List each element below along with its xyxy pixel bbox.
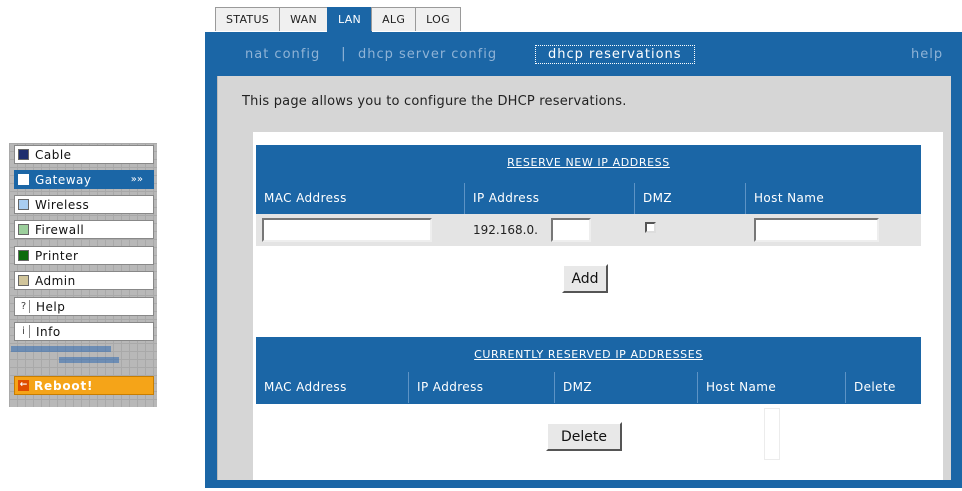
content-area: This page allows you to configure the DH… — [217, 76, 951, 480]
question-mark-icon: ? — [18, 300, 30, 313]
chevron-right-icon: »» — [130, 174, 143, 185]
wireless-swatch-icon — [18, 199, 29, 210]
left-navigation: Cable Gateway »» Wireless Firewall Print… — [9, 143, 157, 407]
nav-item-label: Wireless — [35, 197, 90, 212]
reserved-table-header: CURRENTLY RESERVED IP ADDRESSES MAC Addr… — [256, 337, 921, 404]
column-mac-address: MAC Address — [264, 380, 347, 394]
empty-row-placeholder — [764, 408, 780, 460]
delete-button[interactable]: Delete — [546, 422, 622, 451]
reboot-arrow-icon: ← — [18, 380, 29, 391]
nav-item-info[interactable]: i Info — [14, 322, 154, 341]
ip-address-prefix: 192.168.0. — [473, 223, 538, 237]
column-delete: Delete — [845, 372, 921, 403]
reboot-label: Reboot! — [34, 378, 94, 393]
mac-address-input[interactable] — [262, 218, 432, 242]
tab-lan[interactable]: LAN — [327, 7, 373, 33]
tab-alg[interactable]: ALG — [371, 7, 417, 31]
tab-log[interactable]: LOG — [415, 7, 461, 31]
printer-swatch-icon — [18, 250, 29, 261]
subnav-separator: | — [341, 46, 346, 62]
nav-item-label: Printer — [35, 248, 79, 263]
dmz-checkbox[interactable] — [645, 222, 656, 233]
column-ip-address: IP Address — [408, 372, 554, 403]
host-name-input[interactable] — [754, 218, 879, 242]
decorative-stripe — [11, 346, 111, 352]
gateway-swatch-icon — [18, 174, 29, 185]
add-button[interactable]: Add — [562, 264, 608, 293]
nav-item-printer[interactable]: Printer — [14, 246, 154, 265]
main-frame: nat config | dhcp server config dhcp res… — [205, 32, 962, 488]
nav-item-gateway[interactable]: Gateway »» — [14, 170, 154, 189]
reserve-table-title: RESERVE NEW IP ADDRESS — [507, 156, 670, 169]
column-host-name: Host Name — [745, 183, 921, 214]
help-link[interactable]: help — [911, 47, 943, 62]
nav-item-cable[interactable]: Cable — [14, 145, 154, 164]
nav-item-label: Help — [36, 299, 66, 314]
column-mac-address: MAC Address — [264, 191, 347, 205]
tab-status[interactable]: STATUS — [215, 7, 281, 31]
column-dmz: DMZ — [554, 372, 697, 403]
nav-item-admin[interactable]: Admin — [14, 271, 154, 290]
column-host-name: Host Name — [697, 372, 845, 403]
subnav-dhcp-reservations[interactable]: dhcp reservations — [535, 45, 695, 64]
reserve-input-row: 192.168.0. — [256, 214, 921, 246]
cable-swatch-icon — [18, 149, 29, 160]
nav-item-wireless[interactable]: Wireless — [14, 195, 154, 214]
reservations-panel: RESERVE NEW IP ADDRESS MAC Address IP Ad… — [253, 132, 943, 480]
nav-item-label: Gateway — [35, 172, 92, 187]
admin-swatch-icon — [18, 275, 29, 286]
sub-navigation: nat config | dhcp server config dhcp res… — [205, 32, 962, 74]
decorative-stripe — [59, 357, 119, 363]
nav-item-label: Info — [36, 324, 61, 339]
reboot-button[interactable]: ← Reboot! — [14, 376, 154, 395]
tab-wan[interactable]: WAN — [279, 7, 329, 31]
subnav-nat-config[interactable]: nat config — [245, 47, 320, 62]
reserved-table-title: CURRENTLY RESERVED IP ADDRESSES — [474, 348, 703, 361]
column-dmz: DMZ — [634, 183, 745, 214]
nav-item-label: Firewall — [35, 222, 85, 237]
subnav-dhcp-server-config[interactable]: dhcp server config — [358, 47, 497, 62]
firewall-swatch-icon — [18, 224, 29, 235]
info-icon: i — [18, 325, 30, 338]
nav-item-firewall[interactable]: Firewall — [14, 220, 154, 239]
page-description: This page allows you to configure the DH… — [242, 94, 627, 109]
nav-item-label: Cable — [35, 147, 72, 162]
ip-suffix-input[interactable] — [551, 218, 591, 242]
column-ip-address: IP Address — [464, 183, 634, 214]
top-tab-bar: STATUS WAN LAN ALG LOG — [215, 7, 461, 33]
reserve-table-header: RESERVE NEW IP ADDRESS MAC Address IP Ad… — [256, 145, 921, 214]
nav-item-help[interactable]: ? Help — [14, 297, 154, 316]
nav-item-label: Admin — [35, 273, 76, 288]
